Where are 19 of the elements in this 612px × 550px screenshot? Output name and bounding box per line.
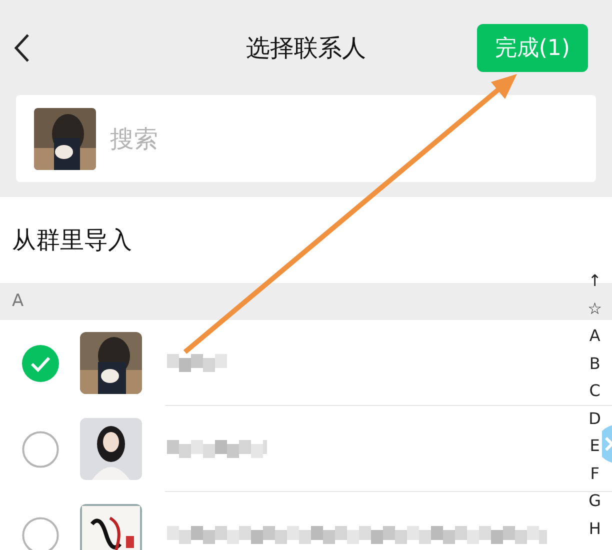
back-icon[interactable] — [12, 33, 32, 63]
index-letter[interactable]: C — [589, 377, 600, 404]
index-letter[interactable]: D — [588, 404, 601, 432]
redacted-name-drawing — [167, 354, 227, 372]
index-letter[interactable]: ☆ — [588, 294, 602, 322]
index-letter[interactable]: G — [588, 487, 602, 514]
index-letter[interactable]: H — [588, 514, 601, 542]
index-letter[interactable]: E — [590, 432, 600, 460]
index-letter[interactable]: A — [589, 322, 600, 350]
index-letter[interactable]: B — [589, 350, 600, 377]
section-header: A — [12, 290, 24, 313]
unchecked-checkbox[interactable] — [22, 516, 58, 550]
import-from-group-link[interactable]: 从群里导入 — [12, 222, 132, 258]
unchecked-checkbox[interactable] — [22, 430, 58, 468]
index-letter[interactable]: ↑ — [588, 267, 602, 294]
search-placeholder: 搜索 — [110, 124, 158, 154]
index-letter[interactable]: F — [590, 460, 600, 487]
checked-checkbox[interactable] — [22, 344, 58, 382]
page-title: 选择联系人 — [246, 32, 366, 64]
